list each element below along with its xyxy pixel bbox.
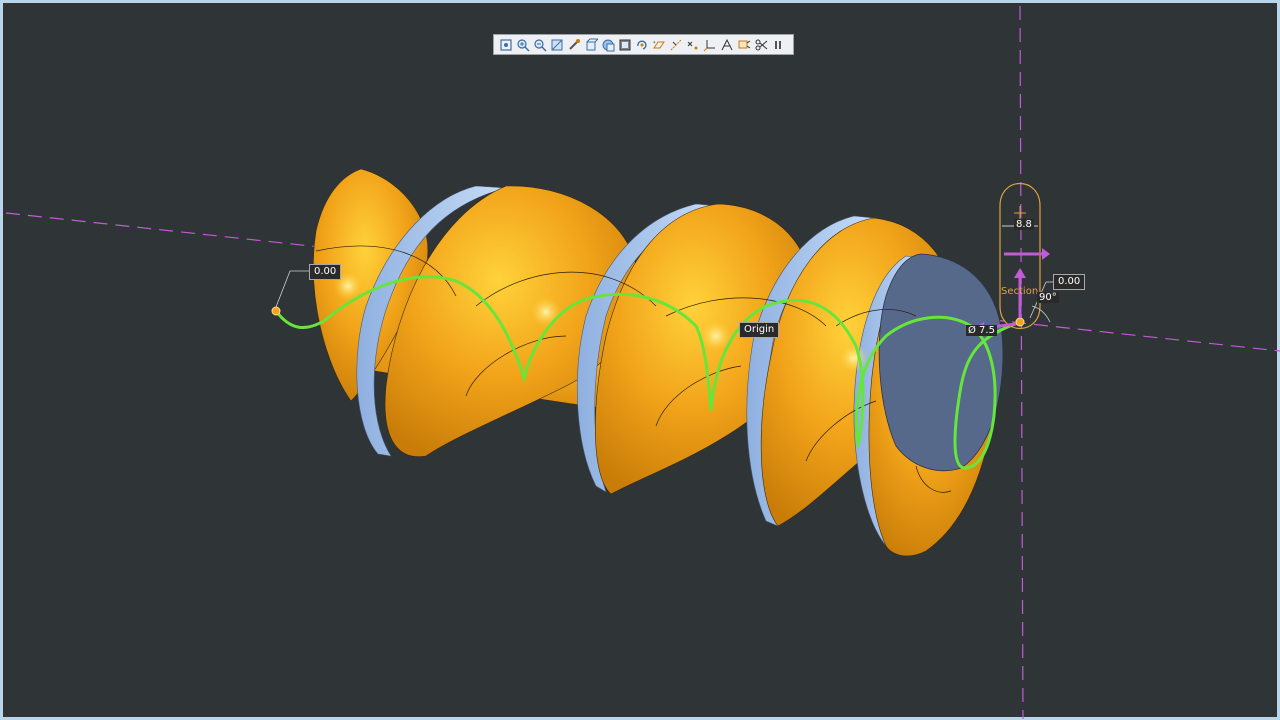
zoom-out-icon[interactable]: [532, 37, 548, 53]
angle-dimension[interactable]: 90°: [1037, 292, 1059, 303]
diameter-dimension[interactable]: Ø 7.5: [966, 325, 997, 336]
model-canvas: [6, 6, 1280, 719]
spin-center-icon[interactable]: [634, 37, 650, 53]
start-dimension-leader: [275, 270, 291, 308]
trajectory-end-point[interactable]: [1015, 317, 1025, 327]
pause-icon[interactable]: [770, 37, 786, 53]
pan-icon[interactable]: [566, 37, 582, 53]
screw-model[interactable]: [313, 168, 1004, 557]
drag-handle-horizontal-arrow-icon: [1042, 248, 1050, 260]
application-window: 0.00 0.00 Origin 8.8 Section 90° Ø 7.5 *: [0, 0, 1280, 720]
repaint-icon[interactable]: [549, 37, 565, 53]
refit-icon[interactable]: [498, 37, 514, 53]
section-label: Section: [1001, 286, 1039, 297]
view-toolbar: *: [493, 34, 794, 55]
view-orientation-icon[interactable]: [583, 37, 599, 53]
end-offset-dimension[interactable]: 0.00: [1053, 274, 1086, 290]
point-display-icon[interactable]: [685, 37, 701, 53]
zoom-in-icon[interactable]: [515, 37, 531, 53]
screw-end-face: [878, 253, 1004, 472]
specular-highlight-2: [531, 297, 561, 327]
display-style-icon[interactable]: [617, 37, 633, 53]
origin-label: Origin: [739, 322, 780, 338]
datum-display-icon[interactable]: *: [651, 37, 667, 53]
graphics-viewport[interactable]: 0.00 0.00 Origin 8.8 Section 90° Ø 7.5 *: [6, 6, 1280, 719]
tag-display-icon[interactable]: [736, 37, 752, 53]
datum-axis-vertical[interactable]: [1019, 6, 1024, 719]
specular-highlight-4: [840, 344, 868, 372]
axis-display-icon[interactable]: [668, 37, 684, 53]
csys-display-icon[interactable]: [702, 37, 718, 53]
section-width-dimension[interactable]: 8.8: [1014, 219, 1034, 230]
saved-views-icon[interactable]: [600, 37, 616, 53]
trajectory-start-point[interactable]: [271, 306, 281, 316]
cut-icon[interactable]: [753, 37, 769, 53]
annotation-display-icon[interactable]: [719, 37, 735, 53]
start-offset-dimension[interactable]: 0.00: [309, 264, 342, 280]
drag-handle-vertical-arrow-icon: [1014, 268, 1026, 278]
